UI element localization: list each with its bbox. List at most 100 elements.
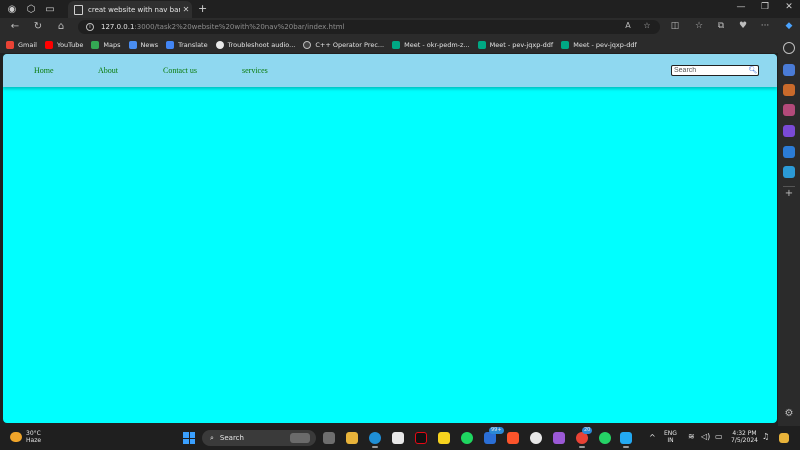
tab-actions-icon[interactable]: ▭ (43, 2, 57, 16)
windows-taskbar: 30°C Haze ⌕ Search 99+ 20 ^ ENG IN ≋ ◁) … (0, 426, 800, 450)
github-icon[interactable] (530, 432, 542, 444)
sidebar-shopping-icon[interactable] (783, 84, 795, 96)
whatsapp-icon[interactable] (599, 432, 611, 444)
google-icon (215, 40, 224, 49)
meet-icon (392, 40, 401, 49)
clock-time: 4:32 PM (732, 430, 757, 437)
search-icon: ⌕ (210, 433, 214, 442)
clock[interactable]: 4:32 PM 7/5/2024 (731, 430, 758, 444)
wifi-icon[interactable]: ≋ (688, 433, 695, 441)
more-options-icon[interactable]: ··· (758, 21, 772, 31)
nav-link-about[interactable]: About (98, 66, 118, 75)
sidebar-add-icon[interactable]: + (783, 188, 795, 200)
taskbar-search-label: Search (219, 434, 244, 442)
clock-date: 7/5/2024 (731, 437, 758, 444)
search-input[interactable] (671, 65, 759, 76)
sidebar-settings-icon[interactable]: ⚙ (783, 408, 795, 420)
url-path: :3000/task2%20website%20with%20nav%20bar… (134, 23, 345, 31)
bookmark-translate[interactable]: Translate (166, 40, 208, 49)
browser-tabstrip: ◉ ⬡ ▭ creat website with nav bar ✕ + — ❐… (0, 0, 800, 18)
browser-toolbar: ← ↻ ⌂ i 127.0.0.1 :3000/task2%20website%… (0, 18, 800, 36)
url-host: 127.0.0.1 (101, 23, 135, 31)
split-screen-icon[interactable]: ◫ (668, 21, 682, 31)
file-explorer-icon[interactable] (346, 432, 358, 444)
back-icon[interactable]: ← (8, 21, 22, 33)
notification-bell-icon[interactable]: ♫ (762, 433, 769, 441)
start-icon[interactable] (183, 432, 195, 444)
store-icon[interactable] (392, 432, 404, 444)
page-viewport: Home About Contact us services 🔍︎ (3, 54, 777, 423)
taskbar-search[interactable]: ⌕ Search (202, 430, 316, 446)
site-navbar: Home About Contact us services 🔍︎ (3, 54, 777, 87)
brave-icon[interactable] (507, 432, 519, 444)
favorites-icon[interactable]: ☆ (692, 21, 706, 31)
sidebar-outlook-icon[interactable] (783, 146, 795, 158)
address-bar[interactable]: i 127.0.0.1 :3000/task2%20website%20with… (78, 20, 660, 34)
teams-badge: 99+ (489, 427, 504, 434)
favorite-star-icon[interactable]: ☆ (641, 21, 653, 30)
edge-icon[interactable] (369, 432, 381, 448)
new-tab-icon[interactable]: + (198, 2, 207, 15)
profile-icon[interactable]: ◉ (5, 2, 19, 16)
translate-icon (166, 40, 175, 49)
weather-desc: Haze (26, 437, 42, 444)
minimize-icon[interactable]: — (730, 2, 752, 12)
task-view-icon[interactable] (323, 432, 335, 444)
search-icon[interactable]: 🔍︎ (748, 66, 758, 75)
gmail-icon (6, 40, 14, 49)
active-tab[interactable]: creat website with nav bar ✕ (68, 1, 192, 18)
nav-link-home[interactable]: Home (34, 66, 54, 75)
maximize-icon[interactable]: ❐ (754, 2, 776, 12)
copilot-icon[interactable]: ◆ (782, 21, 796, 31)
sidebar-games-icon[interactable] (783, 104, 795, 116)
meet-icon (477, 40, 486, 49)
sidebar-search-icon[interactable] (783, 42, 795, 54)
nav-link-services[interactable]: services (242, 66, 268, 75)
browser-essentials-icon[interactable]: ♥ (736, 21, 750, 31)
show-hidden-icons-icon[interactable]: ^ (649, 434, 656, 442)
sidebar-tag-icon[interactable] (783, 64, 795, 76)
read-aloud-icon[interactable]: A (622, 21, 634, 30)
close-tab-icon[interactable]: ✕ (180, 5, 192, 14)
app-icon[interactable] (553, 432, 565, 444)
vscode-icon[interactable] (620, 432, 632, 448)
news-icon (128, 40, 137, 49)
bookmark-meet-3[interactable]: Meet - pev-jqxp-ddf (561, 40, 637, 49)
tab-title: creat website with nav bar (88, 5, 180, 14)
page-favicon-icon (74, 4, 83, 15)
search-highlight-image (290, 433, 310, 443)
close-window-icon[interactable]: ✕ (778, 2, 800, 12)
bookmark-gmail[interactable]: Gmail (6, 40, 37, 49)
netflix-icon[interactable] (415, 432, 427, 444)
edge-sidebar: + ⚙ (778, 36, 800, 426)
bookmark-news[interactable]: News (128, 40, 158, 49)
desktop-screen: ◉ ⬡ ▭ creat website with nav bar ✕ + — ❐… (0, 0, 800, 450)
language-indicator[interactable]: ENG IN (664, 430, 677, 444)
maps-icon (91, 40, 100, 49)
sidebar-separator (783, 186, 795, 187)
site-info-icon[interactable]: i (86, 23, 94, 31)
widget-app-icon[interactable] (779, 433, 789, 443)
weather-widget[interactable]: 30°C Haze (10, 430, 41, 444)
home-icon[interactable]: ⌂ (54, 21, 68, 33)
bookmark-troubleshoot-audio[interactable]: Troubleshoot audio... (215, 40, 295, 49)
refresh-icon[interactable]: ↻ (31, 21, 45, 33)
weather-haze-icon (10, 432, 22, 442)
battery-icon[interactable]: ▭ (715, 433, 723, 441)
nav-link-contact[interactable]: Contact us (163, 66, 197, 75)
spotify-icon[interactable] (461, 432, 473, 444)
bookmarks-bar: Gmail YouTube Maps News Translate Troubl… (0, 36, 800, 53)
bookmark-cpp-operator[interactable]: C++ Operator Prec... (303, 40, 384, 49)
sticky-notes-icon[interactable] (438, 432, 450, 444)
collections-icon[interactable]: ⧉ (714, 21, 728, 31)
bookmark-youtube[interactable]: YouTube (44, 40, 83, 49)
bookmark-maps[interactable]: Maps (91, 40, 121, 49)
youtube-icon (44, 40, 53, 49)
sidebar-send-icon[interactable] (783, 166, 795, 178)
weather-temp: 30°C (26, 430, 41, 437)
bookmark-meet-1[interactable]: Meet - okr-pedm-z... (392, 40, 470, 49)
workspaces-icon[interactable]: ⬡ (24, 2, 38, 16)
volume-icon[interactable]: ◁) (701, 433, 710, 441)
sidebar-copilot-icon[interactable] (783, 125, 795, 137)
bookmark-meet-2[interactable]: Meet - pev-jqxp-ddf (477, 40, 553, 49)
